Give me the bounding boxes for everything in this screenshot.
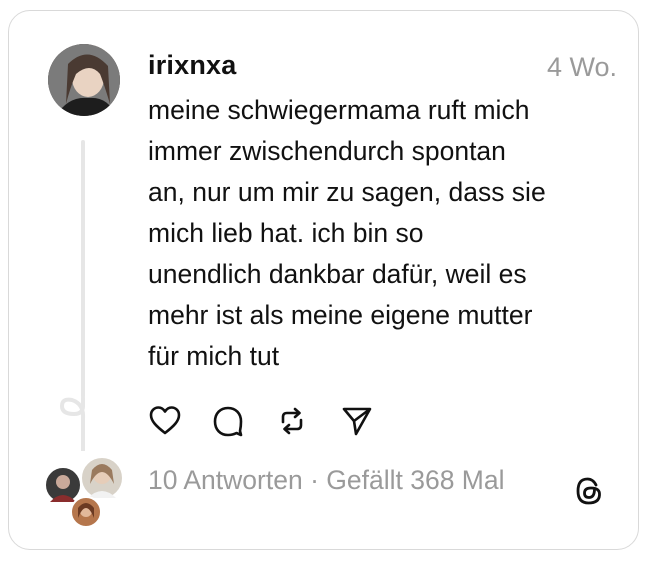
thread-line — [81, 140, 85, 398]
post-stats: 10 Antworten · Gefällt 368 Mal — [148, 465, 505, 496]
post-text: meine schwiegermama ruft mich immer zwis… — [148, 95, 546, 371]
comment-icon — [213, 406, 243, 437]
like-button[interactable] — [148, 404, 182, 438]
share-button[interactable] — [340, 404, 374, 438]
post-timestamp[interactable]: 4 Wo. — [547, 52, 617, 83]
replier-avatar — [80, 456, 124, 500]
repost-icon — [281, 407, 303, 435]
repost-button[interactable] — [275, 404, 309, 438]
heart-icon — [149, 406, 181, 435]
avatar-image — [48, 44, 120, 116]
comment-button[interactable] — [211, 404, 245, 438]
replies-count-link[interactable]: 10 Antworten — [148, 465, 303, 495]
replier-avatar — [70, 496, 102, 528]
likes-count-link[interactable]: Gefällt 368 Mal — [326, 465, 504, 495]
threads-logo-icon[interactable] — [572, 474, 606, 508]
replier-avatars[interactable] — [44, 456, 128, 530]
thread-loop-icon — [59, 396, 86, 451]
stats-separator: · — [302, 465, 327, 495]
send-icon — [342, 407, 372, 436]
author-username[interactable]: irixnxa — [148, 50, 236, 81]
author-avatar[interactable] — [48, 44, 120, 116]
